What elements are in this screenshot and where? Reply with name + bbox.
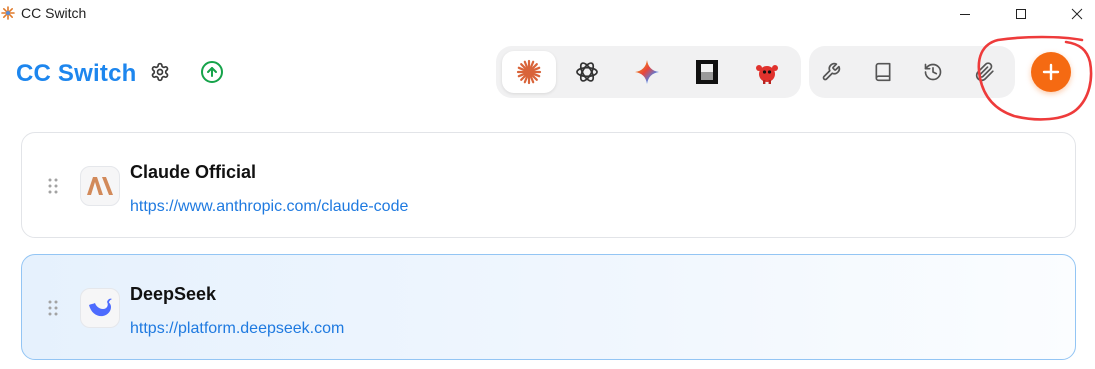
arrow-up-circle-icon	[201, 61, 223, 83]
app-tab-claude[interactable]	[502, 51, 556, 93]
app-tab-codex[interactable]	[560, 51, 614, 93]
minimize-button[interactable]	[942, 0, 988, 28]
app-switcher	[496, 46, 801, 98]
openai-icon	[576, 62, 598, 82]
app-tab-openclaw[interactable]	[740, 51, 794, 93]
provider-name: Claude Official	[130, 162, 257, 182]
provider-card-claude-official[interactable]: Claude Official https://www.anthropic.co…	[21, 132, 1076, 238]
update-button[interactable]	[196, 56, 228, 88]
tools-button[interactable]	[815, 56, 847, 88]
book-icon	[875, 62, 891, 82]
provider-icon	[80, 166, 120, 206]
close-icon	[1071, 8, 1083, 20]
maximize-button[interactable]	[998, 0, 1044, 28]
plus-icon	[1042, 63, 1060, 81]
provider-url-link[interactable]: https://www.anthropic.com/claude-code	[130, 198, 408, 216]
anthropic-icon	[87, 177, 113, 195]
settings-button[interactable]	[144, 56, 176, 88]
gemini-icon	[635, 60, 659, 84]
provider-url-link[interactable]: https://platform.deepseek.com	[130, 320, 344, 338]
add-provider-button[interactable]	[1031, 52, 1071, 92]
provider-icon	[80, 288, 120, 328]
provider-name: DeepSeek	[130, 284, 217, 304]
gear-icon	[151, 62, 169, 82]
maximize-icon	[1016, 9, 1026, 19]
wrench-icon	[822, 62, 841, 81]
window-titlebar: CC Switch	[0, 0, 1095, 28]
openclaw-icon	[756, 65, 778, 84]
app-tab-gemini[interactable]	[620, 51, 674, 93]
tool-bar	[809, 46, 1015, 98]
deepseek-icon	[89, 298, 112, 317]
app-logo-icon	[1, 6, 15, 20]
close-button[interactable]	[1054, 0, 1095, 28]
opencode-icon	[696, 60, 718, 84]
provider-card-deepseek[interactable]: DeepSeek https://platform.deepseek.com	[21, 254, 1076, 360]
paperclip-icon	[975, 62, 994, 82]
history-icon	[924, 63, 942, 81]
claude-icon	[516, 59, 542, 85]
minimize-icon	[960, 14, 970, 15]
prompts-button[interactable]	[867, 56, 899, 88]
history-button[interactable]	[917, 56, 949, 88]
drag-handle-icon[interactable]	[48, 178, 58, 194]
window-title: CC Switch	[21, 5, 87, 21]
app-brand: CC Switch	[16, 60, 137, 87]
app-tab-opencode[interactable]	[680, 51, 734, 93]
attachments-button[interactable]	[969, 56, 1001, 88]
drag-handle-icon[interactable]	[48, 300, 58, 316]
